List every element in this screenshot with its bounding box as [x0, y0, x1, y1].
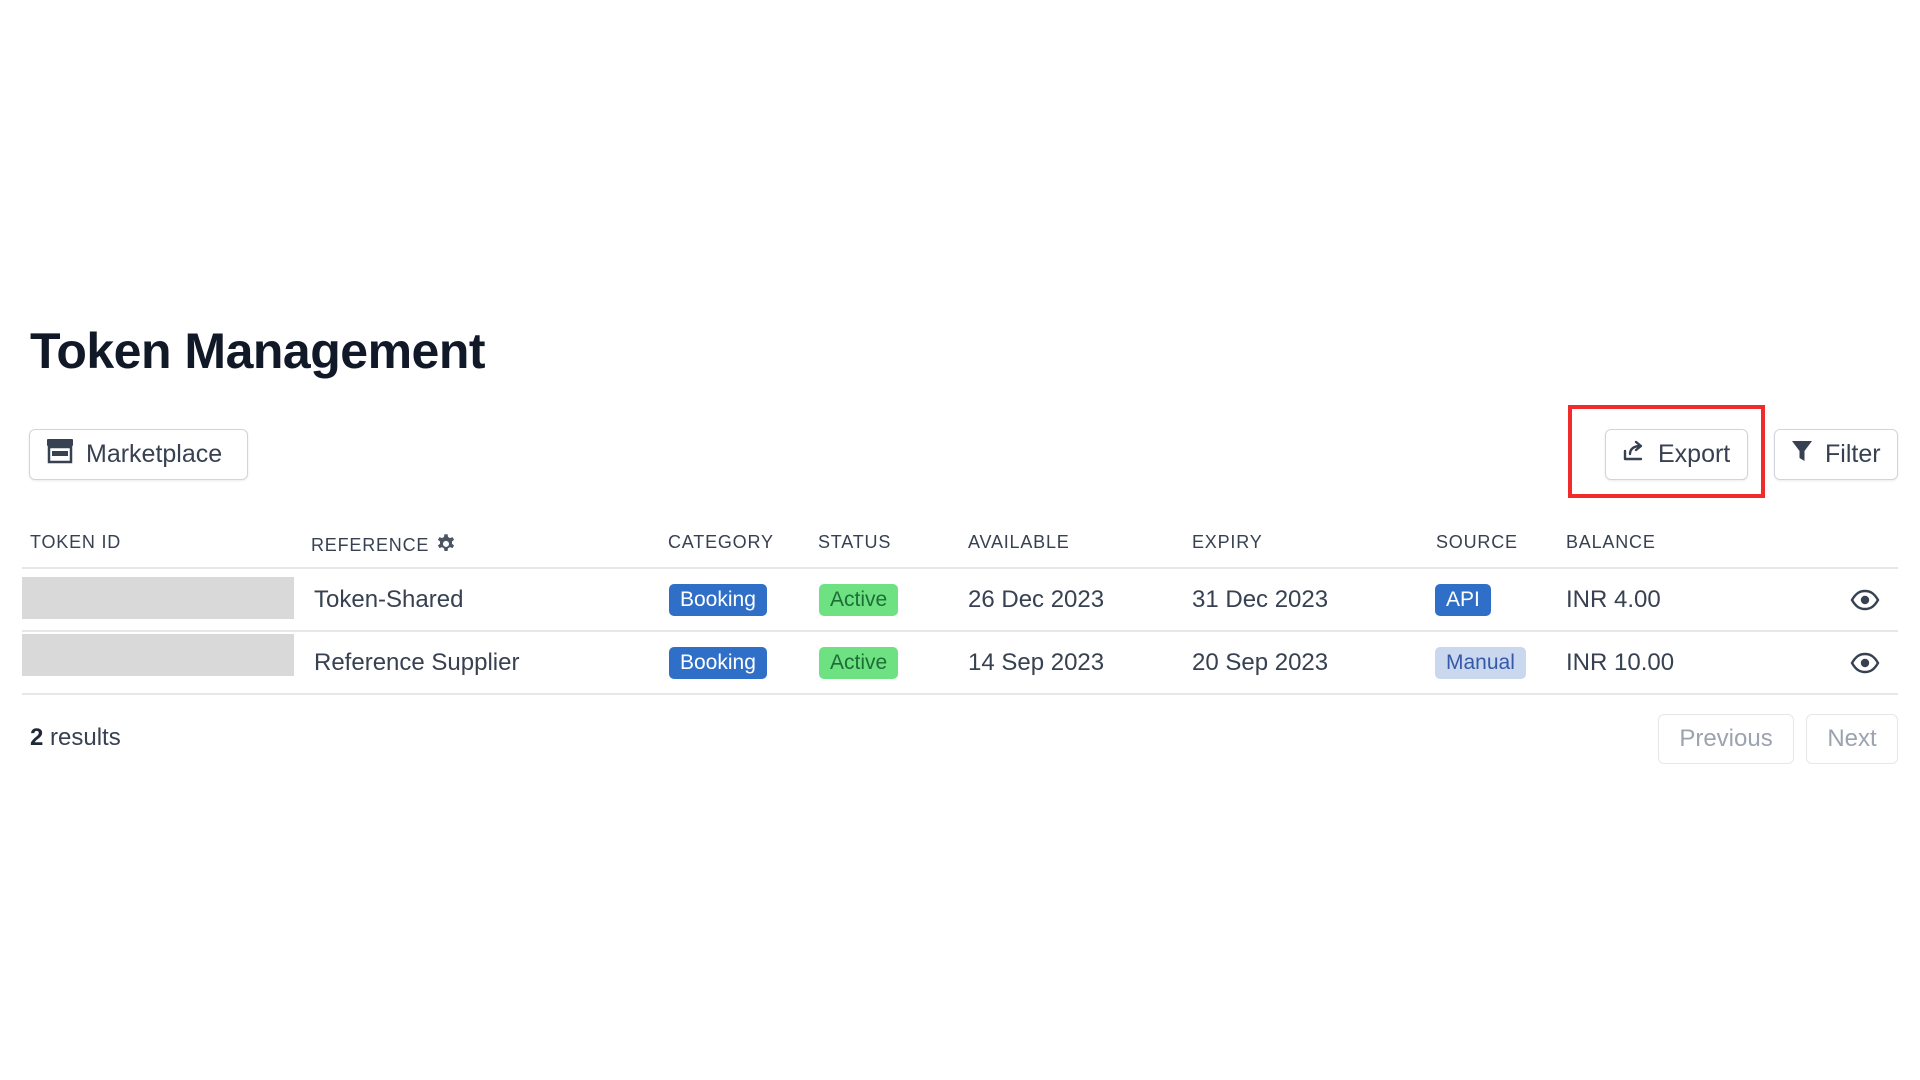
marketplace-label: Marketplace [86, 440, 223, 468]
category-badge: Booking [669, 584, 767, 616]
page-title: Token Management [30, 323, 486, 379]
source-badge: API [1435, 584, 1491, 616]
source-cell: API [1435, 569, 1491, 631]
table-header: TOKEN ID REFERENCE CATEGORY STATUS AVAIL… [0, 520, 1920, 566]
expiry-cell: 20 Sep 2023 [1192, 649, 1329, 676]
column-header-available: AVAILABLE [968, 532, 1070, 552]
source-badge: Manual [1435, 647, 1526, 679]
category-badge: Booking [669, 647, 767, 679]
balance-cell: INR 4.00 [1566, 586, 1661, 613]
table-bottom-divider [22, 693, 1898, 695]
column-header-category: CATEGORY [668, 532, 774, 552]
category-cell: Booking [669, 569, 767, 631]
previous-button[interactable]: Previous [1658, 714, 1794, 764]
available-cell: 26 Dec 2023 [968, 586, 1105, 613]
status-badge: Active [819, 647, 899, 679]
filter-button[interactable]: Filter [1774, 429, 1898, 480]
column-header-status: STATUS [818, 532, 892, 552]
results-label: results [50, 724, 121, 751]
results-count: 2 results [30, 724, 121, 752]
token-management-page: Token Management Marketplace Export Filt… [0, 0, 1920, 1080]
results-number: 2 [30, 724, 44, 751]
category-cell: Booking [669, 632, 767, 694]
redacted-token-id [22, 634, 294, 676]
expiry-cell: 31 Dec 2023 [1192, 586, 1329, 613]
eye-icon[interactable] [1850, 569, 1880, 631]
export-icon [1622, 439, 1646, 470]
column-header-token-id: TOKEN ID [30, 532, 122, 552]
status-cell: Active [819, 632, 899, 694]
table-row[interactable]: Token-Shared Booking Active 26 Dec 2023 … [0, 569, 1920, 631]
column-header-balance: BALANCE [1566, 532, 1656, 552]
column-header-expiry: EXPIRY [1192, 532, 1263, 552]
reference-cell: Token-Shared [314, 586, 464, 613]
source-cell: Manual [1435, 632, 1526, 694]
table-row[interactable]: Reference Supplier Booking Active 14 Sep… [0, 632, 1920, 694]
column-header-reference: REFERENCE [311, 532, 457, 559]
filter-label: Filter [1825, 440, 1881, 468]
filter-icon [1791, 439, 1813, 470]
store-icon [46, 438, 74, 471]
status-badge: Active [819, 584, 899, 616]
export-button[interactable]: Export [1605, 429, 1748, 480]
gear-icon[interactable] [435, 532, 457, 559]
column-header-reference-label: REFERENCE [311, 535, 430, 555]
column-header-source: SOURCE [1436, 532, 1518, 552]
redacted-token-id [22, 577, 294, 619]
status-cell: Active [819, 569, 899, 631]
balance-cell: INR 10.00 [1566, 649, 1675, 676]
export-label: Export [1658, 440, 1731, 468]
marketplace-button[interactable]: Marketplace [29, 429, 248, 480]
eye-icon[interactable] [1850, 632, 1880, 694]
next-button[interactable]: Next [1806, 714, 1898, 764]
available-cell: 14 Sep 2023 [968, 649, 1105, 676]
reference-cell: Reference Supplier [314, 649, 520, 676]
